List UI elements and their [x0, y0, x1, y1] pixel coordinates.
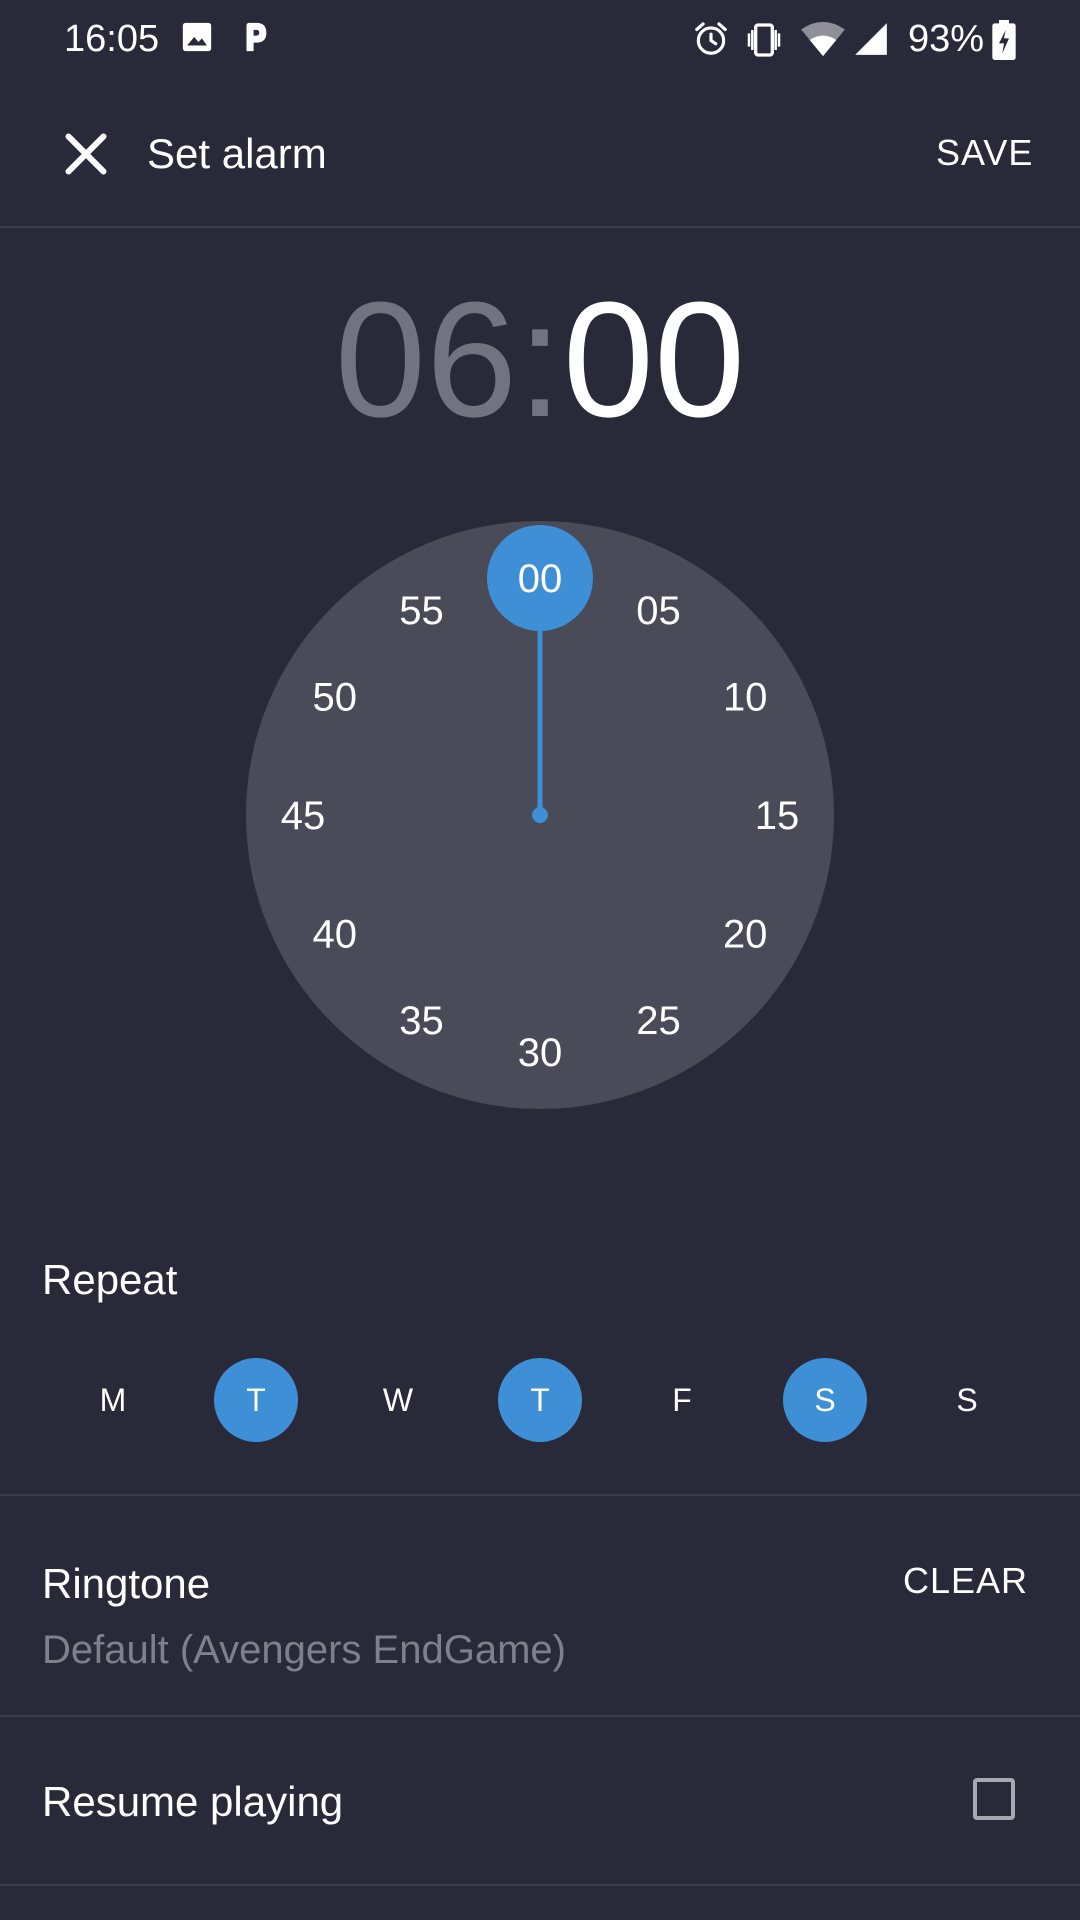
clock-label-35[interactable]: 35	[399, 999, 444, 1043]
resume-playing-label: Resume playing	[42, 1778, 344, 1825]
resume-playing-checkbox[interactable]	[973, 1778, 1015, 1820]
status-bar: 16:05 93%	[0, 0, 1080, 84]
day-friday[interactable]: F	[640, 1358, 724, 1442]
time-separator: :	[517, 268, 563, 451]
clock-label-30[interactable]: 30	[518, 1031, 563, 1075]
battery-charging-icon	[992, 20, 1016, 60]
p-app-icon	[246, 22, 267, 52]
save-button[interactable]: SAVE	[936, 132, 1033, 174]
day-thursday[interactable]: T	[498, 1358, 582, 1442]
image-icon	[182, 22, 212, 52]
day-monday[interactable]: M	[71, 1358, 155, 1442]
time-display: 06:00	[0, 270, 1080, 450]
clock-label-50[interactable]: 50	[313, 676, 358, 720]
clock-label-05[interactable]: 05	[636, 589, 681, 633]
clock-label-15[interactable]: 15	[755, 794, 800, 838]
clock-label-20[interactable]: 20	[723, 913, 768, 957]
clear-ringtone-button[interactable]: CLEAR	[903, 1560, 1028, 1602]
close-button[interactable]	[56, 124, 116, 184]
alarm-icon	[695, 22, 727, 55]
hours-value[interactable]: 06	[335, 268, 517, 451]
page-title: Set alarm	[147, 130, 327, 177]
clock-label-55[interactable]: 55	[399, 589, 444, 633]
divider	[0, 1715, 1080, 1717]
ringtone-value[interactable]: Default (Avengers EndGame)	[42, 1628, 566, 1673]
day-sunday[interactable]: S	[925, 1358, 1009, 1442]
day-wednesday[interactable]: W	[356, 1358, 440, 1442]
minutes-value[interactable]: 00	[563, 268, 745, 451]
battery-percentage: 93%	[908, 18, 985, 60]
clock-center-dot	[532, 807, 548, 823]
clock-label-25[interactable]: 25	[636, 999, 681, 1043]
divider	[0, 1884, 1080, 1886]
clock-label-45[interactable]: 45	[281, 794, 326, 838]
day-saturday[interactable]: S	[783, 1358, 867, 1442]
divider	[0, 1494, 1080, 1496]
clock-label-10[interactable]: 10	[723, 676, 768, 720]
day-tuesday[interactable]: T	[214, 1358, 298, 1442]
clock-dial[interactable]: 00 05 10 15 20 25 30 35 40 45 50 55	[245, 520, 835, 1110]
wifi-icon	[801, 21, 845, 57]
signal-icon	[855, 23, 887, 55]
clock-label-40[interactable]: 40	[313, 913, 358, 957]
status-time: 16:05	[64, 18, 160, 60]
close-icon	[65, 133, 107, 175]
vibrate-icon	[747, 23, 781, 57]
repeat-label: Repeat	[42, 1256, 178, 1303]
ringtone-label[interactable]: Ringtone	[42, 1560, 210, 1608]
app-bar: Set alarm SAVE	[0, 84, 1080, 228]
clock-label-00[interactable]: 00	[518, 557, 563, 601]
